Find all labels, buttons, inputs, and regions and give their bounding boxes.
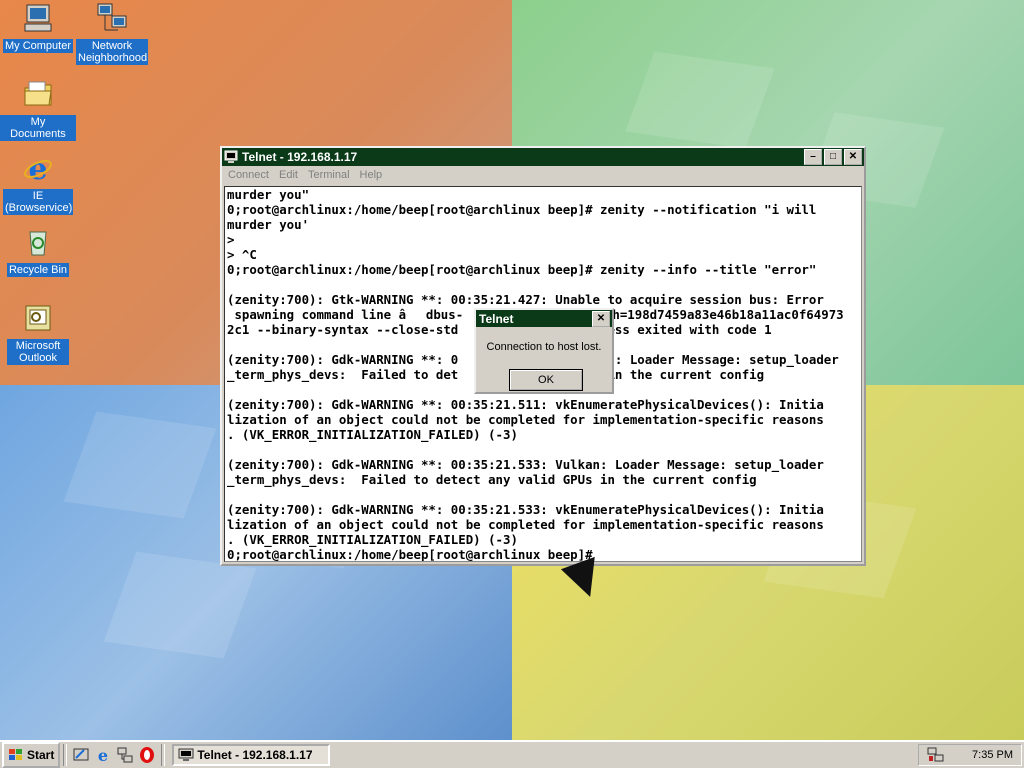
quick-launch: e	[70, 746, 158, 764]
outlook-icon	[25, 305, 51, 331]
svg-text:e: e	[28, 152, 47, 184]
connection-lost-dialog: Telnet ✕ Connection to host lost. OK	[474, 308, 614, 394]
telnet-task-icon	[178, 748, 194, 761]
terminal-line: murder you'	[227, 217, 310, 232]
desktop-icon-my-documents[interactable]: My Documents	[0, 78, 76, 141]
terminal-line: 0;root@archlinux:/home/beep[root@archlin…	[227, 202, 817, 217]
desktop-icon-label: Network Neighborhood	[76, 39, 148, 65]
terminal-line: (zenity:700): Gdk-WARNING **: 00:35:21.5…	[227, 397, 824, 412]
terminal-line: . (VK_ERROR_INITIALIZATION_FAILED) (-3)	[227, 427, 518, 442]
menu-help[interactable]: Help	[360, 169, 383, 181]
terminal-line: (zenity:700): Gdk-WARNING **: 00:35:21.5…	[227, 502, 824, 517]
terminal-line: 0;root@archlinux:/home/beep[root@archlin…	[227, 547, 593, 562]
terminal-line: (zenity:700): Gtk-WARNING **: 00:35:21.4…	[227, 292, 824, 307]
computer-icon	[24, 4, 52, 32]
ie-icon: e	[24, 152, 52, 187]
desktop-icon-recycle-bin[interactable]: Recycle Bin	[0, 226, 76, 277]
terminal-line: . (VK_ERROR_INITIALIZATION_FAILED) (-3)	[227, 532, 518, 547]
desktop-icon-label: My Documents	[0, 115, 76, 141]
dialog-close-button[interactable]: ✕	[592, 310, 610, 327]
terminal-line: _term_phys_devs: Failed to detect any va…	[227, 472, 757, 487]
desktop-icon-label: Recycle Bin	[6, 263, 70, 277]
terminal-line: lization of an object could not be compl…	[227, 517, 824, 532]
taskbar-separator	[63, 744, 68, 766]
taskbar-telnet-button[interactable]: Telnet - 192.168.1.17	[172, 744, 331, 766]
clock[interactable]: 7:35 PM	[972, 749, 1013, 761]
recycle-bin-icon	[29, 231, 47, 256]
terminal-line: >	[227, 232, 235, 247]
system-tray: 7:35 PM	[918, 744, 1022, 766]
window-title: Telnet - 192.168.1.17	[242, 150, 358, 164]
start-label: Start	[27, 748, 55, 762]
terminal-line: 0;root@archlinux:/home/beep[root@archlin…	[227, 262, 817, 277]
terminal-line: (zenity:700): Gdk-WARNING **: 00:35:21.5…	[227, 457, 824, 472]
terminal-line: > ^C	[227, 247, 257, 262]
dialog-titlebar[interactable]: Telnet ✕	[476, 310, 612, 327]
network-icon	[97, 3, 127, 31]
network-tray-icon[interactable]	[927, 747, 945, 763]
show-desktop-icon[interactable]	[72, 746, 90, 764]
desktop-icon-ie[interactable]: e IE (Browservice)	[0, 152, 76, 215]
desktop-icon-label: My Computer	[2, 39, 74, 53]
desktop-icon-my-computer[interactable]: My Computer	[0, 2, 76, 53]
minimize-button[interactable]: –	[804, 149, 822, 165]
network-quicklaunch-icon[interactable]	[116, 746, 134, 764]
ie-quicklaunch-icon[interactable]: e	[94, 746, 112, 764]
svg-text:e: e	[98, 746, 108, 764]
start-button[interactable]: Start	[2, 742, 61, 768]
desktop-icon-outlook[interactable]: Microsoft Outlook	[0, 302, 76, 365]
taskbar: Start e Telnet - 192.168.1.17 7:35 PM	[0, 740, 1024, 768]
taskbar-telnet-label: Telnet - 192.168.1.17	[197, 748, 313, 762]
ok-button[interactable]: OK	[509, 369, 583, 391]
window-titlebar[interactable]: Telnet - 192.168.1.17 – □ ✕	[222, 148, 864, 166]
windows-logo-icon	[9, 749, 22, 760]
telnet-icon	[224, 150, 238, 163]
opera-icon[interactable]	[138, 746, 156, 764]
taskbar-separator	[161, 744, 166, 766]
dialog-title: Telnet	[479, 311, 514, 326]
dialog-message: Connection to host lost.	[486, 341, 602, 353]
maximize-button[interactable]: □	[824, 149, 842, 165]
menu-terminal[interactable]: Terminal	[308, 169, 350, 181]
close-button[interactable]: ✕	[844, 149, 862, 165]
terminal-line: lization of an object could not be compl…	[227, 412, 824, 427]
folder-icon	[24, 81, 52, 106]
terminal-line: murder you"	[227, 187, 310, 202]
desktop-icon-label: IE (Browservice)	[3, 189, 73, 215]
menu-bar: Connect Edit Terminal Help	[222, 166, 864, 184]
desktop-icon-network[interactable]: Network Neighborhood	[74, 2, 150, 65]
desktop-icon-label: Microsoft Outlook	[7, 339, 69, 365]
menu-connect[interactable]: Connect	[228, 169, 269, 181]
menu-edit[interactable]: Edit	[279, 169, 298, 181]
